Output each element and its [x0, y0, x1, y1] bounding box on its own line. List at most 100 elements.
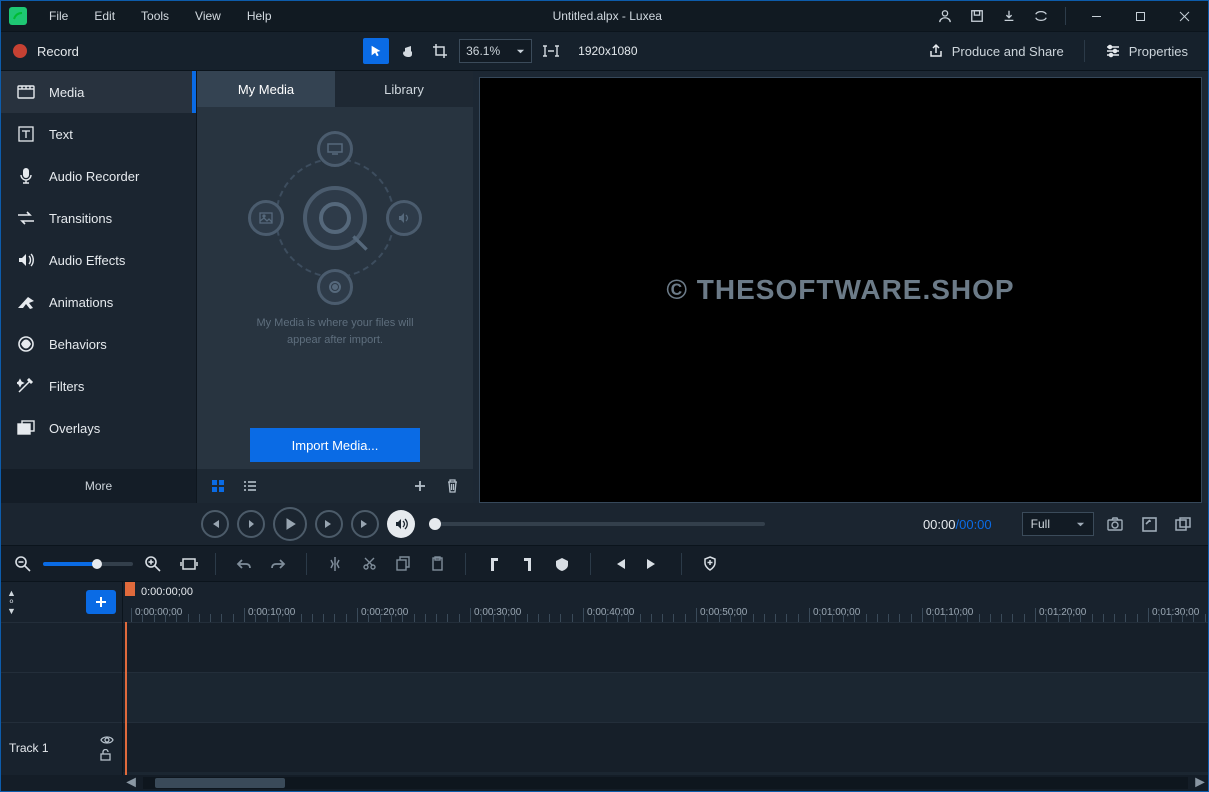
track-nav-arrows[interactable]: ▲⚬▼ — [7, 589, 16, 616]
detach-icon[interactable] — [1170, 511, 1196, 537]
sidebar-item-filters[interactable]: Filters — [1, 365, 196, 407]
zoom-slider-thumb[interactable] — [92, 559, 102, 569]
prev-frame-button[interactable] — [201, 510, 229, 538]
record-button[interactable]: Record — [7, 44, 79, 59]
download-icon[interactable] — [995, 3, 1023, 29]
pan-tool[interactable] — [395, 38, 421, 64]
track-lanes[interactable] — [123, 622, 1208, 775]
properties-label: Properties — [1129, 44, 1188, 59]
go-to-end-button[interactable] — [641, 552, 665, 576]
mark-in-button[interactable] — [482, 552, 506, 576]
cut-button[interactable] — [357, 552, 381, 576]
add-marker-button[interactable] — [550, 552, 574, 576]
mark-out-button[interactable] — [516, 552, 540, 576]
window-maximize[interactable] — [1120, 1, 1160, 31]
animations-icon — [17, 293, 35, 311]
sidebar-item-audio-recorder[interactable]: Audio Recorder — [1, 155, 196, 197]
track-lane-1[interactable] — [123, 722, 1208, 772]
step-back-button[interactable] — [237, 510, 265, 538]
select-tool[interactable] — [363, 38, 389, 64]
image-icon — [248, 200, 284, 236]
add-icon[interactable] — [409, 475, 431, 497]
scroll-track[interactable] — [143, 777, 1188, 789]
timeline-zoom-slider[interactable] — [43, 562, 133, 566]
sidebar-item-animations[interactable]: Animations — [1, 281, 196, 323]
tab-library[interactable]: Library — [335, 71, 473, 107]
add-track-button[interactable] — [86, 590, 116, 614]
window-title: Untitled.alpx - Luxea — [284, 9, 931, 23]
menu-view[interactable]: View — [183, 3, 233, 29]
preview-size-dropdown[interactable]: Full — [1022, 512, 1094, 536]
playback-slider[interactable] — [435, 522, 765, 526]
scroll-right-arrow[interactable]: ► — [1192, 776, 1208, 790]
sidebar-item-text[interactable]: Text — [1, 113, 196, 155]
track-lock-icon[interactable] — [100, 749, 114, 761]
snapshot-icon[interactable] — [1102, 511, 1128, 537]
paste-button[interactable] — [425, 552, 449, 576]
separator — [1084, 40, 1085, 62]
window-close[interactable] — [1164, 1, 1204, 31]
sidebar-item-behaviors[interactable]: Behaviors — [1, 323, 196, 365]
preview-panel: © THESOFTWARE.SHOP — [473, 71, 1208, 503]
volume-button[interactable] — [387, 510, 415, 538]
timeline-zoom-out[interactable] — [13, 554, 33, 574]
menu-edit[interactable]: Edit — [82, 3, 127, 29]
playhead-line[interactable] — [125, 622, 127, 775]
track-header-1[interactable]: Track 1 — [1, 722, 122, 772]
preview-canvas[interactable]: © THESOFTWARE.SHOP — [479, 77, 1202, 503]
go-to-start-button[interactable] — [607, 552, 631, 576]
media-body: My Media is where your files will appear… — [197, 107, 473, 469]
undo-button[interactable] — [232, 552, 256, 576]
window-minimize[interactable] — [1076, 1, 1116, 31]
account-icon[interactable] — [931, 3, 959, 29]
properties-icon — [1105, 44, 1121, 58]
menu-tools[interactable]: Tools — [129, 3, 181, 29]
view-list-icon[interactable] — [239, 475, 261, 497]
zoom-dropdown[interactable]: 36.1% — [459, 39, 532, 63]
resolution-tool-icon[interactable] — [538, 38, 564, 64]
properties-button[interactable]: Properties — [1099, 40, 1194, 63]
sidebar-more[interactable]: More — [1, 469, 196, 503]
play-button[interactable] — [273, 507, 307, 541]
delete-icon[interactable] — [441, 475, 463, 497]
menu-help[interactable]: Help — [235, 3, 284, 29]
next-frame-button[interactable] — [351, 510, 379, 538]
watermark-text: © THESOFTWARE.SHOP — [666, 274, 1014, 306]
step-fwd-button[interactable] — [315, 510, 343, 538]
mic-icon — [17, 167, 35, 185]
sync-icon[interactable] — [1027, 3, 1055, 29]
audio-effects-icon — [17, 251, 35, 269]
crop-tool[interactable] — [427, 38, 453, 64]
playback-slider-thumb[interactable] — [429, 518, 441, 530]
menu-file[interactable]: File — [37, 3, 80, 29]
save-icon[interactable] — [963, 3, 991, 29]
chevron-down-icon — [1076, 520, 1085, 529]
overlays-icon — [17, 419, 35, 437]
scroll-thumb[interactable] — [155, 778, 285, 788]
titlebar: File Edit Tools View Help Untitled.alpx … — [1, 1, 1208, 31]
sidebar-item-media[interactable]: Media — [1, 71, 196, 113]
fullscreen-icon[interactable] — [1136, 511, 1162, 537]
redo-button[interactable] — [266, 552, 290, 576]
scroll-left-arrow[interactable]: ◄ — [123, 776, 139, 790]
chevron-down-icon — [516, 47, 525, 56]
track-visibility-icon[interactable] — [100, 735, 114, 745]
copy-button[interactable] — [391, 552, 415, 576]
sidebar-item-overlays[interactable]: Overlays — [1, 407, 196, 449]
tab-my-media[interactable]: My Media — [197, 71, 335, 107]
timeline-zoom-in[interactable] — [143, 554, 163, 574]
toolbar: Record 36.1% 1920x1080 Produce and Share… — [1, 31, 1208, 71]
shield-plus-button[interactable] — [698, 552, 722, 576]
timeline-zoom-fit[interactable] — [179, 554, 199, 574]
view-grid-icon[interactable] — [207, 475, 229, 497]
text-icon — [17, 125, 35, 143]
playback-time: 00:00/00:00 — [923, 517, 992, 532]
split-button[interactable] — [323, 552, 347, 576]
playhead[interactable] — [125, 582, 137, 596]
timeline-ruler[interactable]: 0:00:00;00 0:00:00;000:00:10;000:00:20;0… — [123, 582, 1208, 622]
sidebar-item-transitions[interactable]: Transitions — [1, 197, 196, 239]
sidebar-item-audio-effects[interactable]: Audio Effects — [1, 239, 196, 281]
produce-share-label: Produce and Share — [952, 44, 1064, 59]
produce-share-button[interactable]: Produce and Share — [922, 39, 1070, 63]
import-media-button[interactable]: Import Media... — [250, 428, 420, 462]
